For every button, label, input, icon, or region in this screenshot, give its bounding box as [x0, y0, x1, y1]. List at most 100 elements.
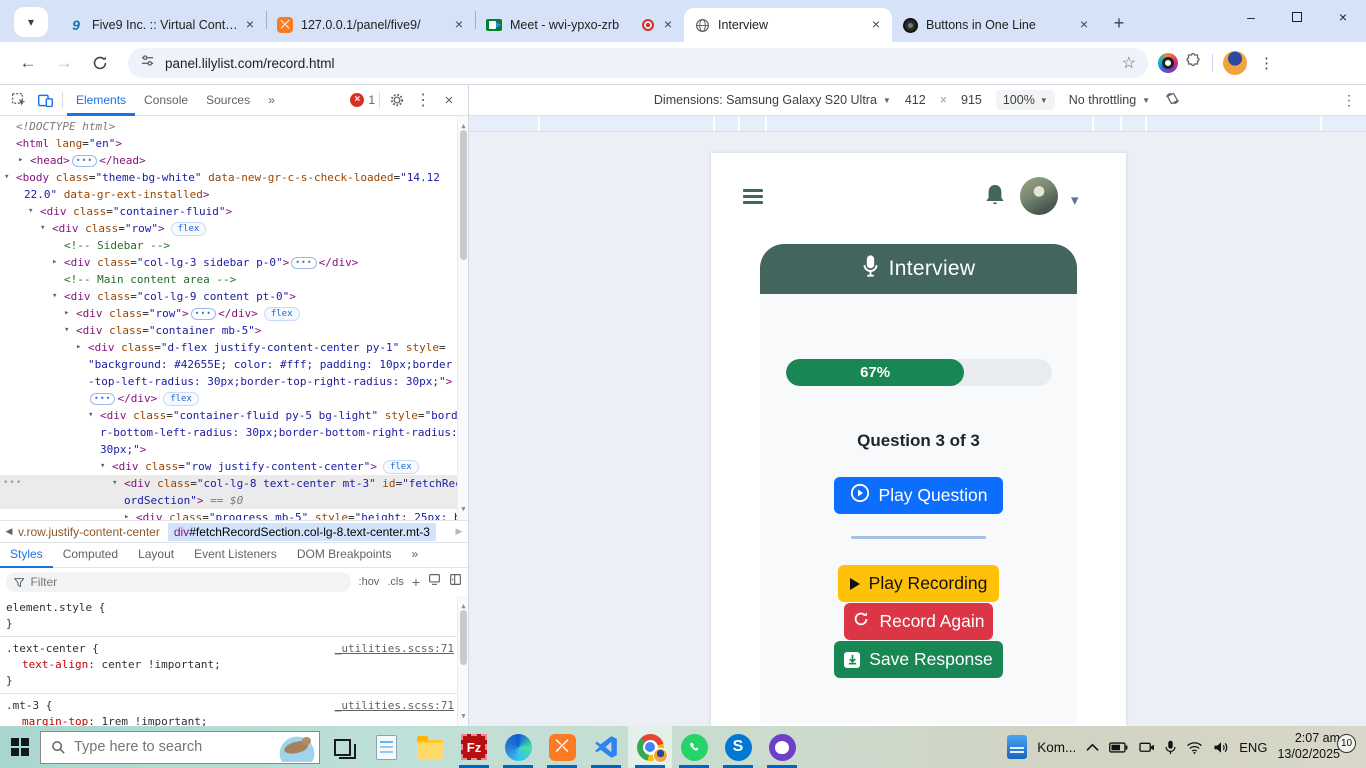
- taskbar-search-box[interactable]: [40, 731, 320, 764]
- throttling-select[interactable]: No throttling ▼: [1069, 93, 1150, 107]
- hamburger-menu-icon[interactable]: [743, 189, 763, 208]
- account-chevron-down-icon[interactable]: ▾: [1071, 191, 1079, 209]
- back-button[interactable]: ←: [14, 49, 42, 77]
- dom-tree-line[interactable]: ▾<div class="row">flex: [0, 220, 457, 237]
- collapsed-content-icon[interactable]: •••: [72, 155, 97, 167]
- more-styles-tabs-icon[interactable]: »: [402, 542, 429, 568]
- css-rule[interactable]: element.style {}: [0, 596, 468, 637]
- minimize-button[interactable]: –: [1228, 0, 1274, 34]
- breadcrumb-current[interactable]: div#fetchRecordSection.col-lg-8.text-cen…: [168, 523, 436, 541]
- toggle-hover-state[interactable]: :hov: [359, 576, 380, 588]
- record-again-button[interactable]: Record Again: [844, 603, 993, 640]
- address-bar[interactable]: panel.lilylist.com/record.html ☆: [128, 48, 1148, 78]
- expand-arrow-icon[interactable]: ▸: [52, 254, 57, 271]
- reload-button[interactable]: [86, 49, 114, 77]
- collapsed-content-icon[interactable]: •••: [90, 393, 115, 405]
- stylesheet-link[interactable]: _utilities.scss:71: [335, 641, 454, 657]
- tab-styles[interactable]: Styles: [0, 542, 53, 568]
- dom-tree-scrollbar[interactable]: ▲ ▼: [457, 116, 468, 520]
- flex-badge[interactable]: flex: [264, 307, 300, 321]
- more-panels-icon[interactable]: »: [259, 85, 284, 116]
- tab-five9[interactable]: 9 Five9 Inc. :: Virtual Contact C ×: [58, 8, 266, 42]
- microphone-tray-icon[interactable]: [1165, 740, 1176, 755]
- chrome-menu-icon[interactable]: ⋮: [1253, 54, 1280, 72]
- tab-dom-breakpoints[interactable]: DOM Breakpoints: [287, 542, 402, 568]
- taskbar-vscode[interactable]: [584, 726, 628, 768]
- flex-badge[interactable]: flex: [171, 222, 207, 236]
- device-height-value[interactable]: 915: [961, 93, 982, 107]
- collapsed-content-icon[interactable]: •••: [291, 257, 316, 269]
- taskbar-edge[interactable]: [496, 726, 540, 768]
- devtools-tab-console[interactable]: Console: [135, 85, 197, 116]
- dom-tree-line[interactable]: ▸<div class="col-lg-3 sidebar p-0">•••</…: [0, 254, 457, 271]
- expand-arrow-icon[interactable]: ▸: [18, 152, 23, 169]
- dom-tree-line[interactable]: ▾<div class="container-fluid">: [0, 203, 457, 220]
- collapse-arrow-icon[interactable]: ▾: [100, 458, 105, 475]
- expand-arrow-icon[interactable]: ▸: [76, 339, 81, 356]
- error-badge[interactable]: × 1: [350, 93, 375, 107]
- collapsed-content-icon[interactable]: •••: [191, 308, 216, 320]
- device-menu-icon[interactable]: ⋮: [1342, 92, 1356, 109]
- devtools-tab-sources[interactable]: Sources: [197, 85, 259, 116]
- devtools-tab-elements[interactable]: Elements: [67, 85, 135, 116]
- device-toolbar-toggle-icon[interactable]: [32, 87, 58, 113]
- css-rule[interactable]: _utilities.scss:71.text-center {text-ali…: [0, 637, 468, 694]
- tab-close-icon[interactable]: ×: [242, 17, 258, 33]
- dom-tree-line[interactable]: <!-- Main content area -->: [0, 271, 457, 288]
- tab-computed[interactable]: Computed: [53, 542, 128, 568]
- dom-tree-line[interactable]: <html lang="en">: [0, 135, 457, 152]
- breadcrumb-parent[interactable]: v.row.justify-content-center: [18, 525, 160, 539]
- device-dimensions-select[interactable]: Dimensions: Samsung Galaxy S20 Ultra ▼: [654, 93, 891, 107]
- collapse-arrow-icon[interactable]: ▾: [28, 203, 33, 220]
- collapse-arrow-icon[interactable]: ▾: [88, 407, 93, 424]
- styles-scrollbar[interactable]: ▲ ▼: [457, 596, 468, 726]
- maximize-button[interactable]: [1274, 0, 1320, 34]
- taskbar-filezilla[interactable]: Fz: [452, 726, 496, 768]
- collapse-arrow-icon[interactable]: ▾: [52, 288, 57, 305]
- tray-app-label[interactable]: Kom...: [1037, 740, 1076, 755]
- collapse-arrow-icon[interactable]: ▾: [64, 322, 69, 339]
- dom-tree-line[interactable]: ▾<div class="row justify-content-center"…: [0, 458, 457, 475]
- save-response-button[interactable]: Save Response: [834, 641, 1003, 678]
- user-avatar[interactable]: [1020, 177, 1058, 215]
- media-query-bar[interactable]: [469, 116, 1366, 132]
- tab-close-icon[interactable]: ×: [451, 17, 467, 33]
- devtools-settings-gear-icon[interactable]: [384, 87, 410, 113]
- dom-tree-line[interactable]: ▾<div class="container mb-5">: [0, 322, 457, 339]
- language-indicator[interactable]: ENG: [1239, 740, 1267, 755]
- dom-tree-line[interactable]: <!DOCTYPE html>: [0, 118, 457, 135]
- dom-tree-line[interactable]: 30px;">: [0, 441, 457, 458]
- zoom-select[interactable]: 100% ▼: [996, 90, 1055, 110]
- notification-bell-icon[interactable]: [983, 183, 1007, 214]
- tab-search-button[interactable]: ▾: [14, 7, 48, 37]
- taskbar-skype[interactable]: S: [716, 726, 760, 768]
- css-property[interactable]: text-align: center !important;: [6, 657, 454, 673]
- taskbar-whatsapp[interactable]: [672, 726, 716, 768]
- flex-badge[interactable]: flex: [383, 460, 419, 474]
- dom-tree-line[interactable]: ordSection"> == $0: [0, 492, 457, 509]
- breadcrumb-left-arrow-icon[interactable]: ◀: [0, 526, 18, 537]
- collapse-arrow-icon[interactable]: ▾: [4, 169, 9, 186]
- dom-gutter-menu-icon[interactable]: •••: [3, 475, 22, 492]
- styles-filter-input[interactable]: [30, 575, 342, 589]
- tab-buttons-one-line[interactable]: Buttons in One Line ×: [892, 8, 1100, 42]
- dom-tree-line[interactable]: ▸<div class="row">•••</div>flex: [0, 305, 457, 322]
- tab-close-icon[interactable]: ×: [660, 17, 676, 33]
- audio-player-line[interactable]: [851, 536, 986, 539]
- tray-app-icon[interactable]: [1007, 735, 1027, 759]
- wifi-icon[interactable]: [1186, 741, 1203, 754]
- task-view-button[interactable]: [320, 726, 364, 768]
- dom-tree-line[interactable]: r-bottom-left-radius: 30px;border-bottom…: [0, 424, 457, 441]
- play-recording-button[interactable]: Play Recording: [838, 565, 999, 602]
- sidebar-position-icon[interactable]: [449, 573, 462, 591]
- devtools-menu-icon[interactable]: ⋮: [410, 87, 436, 113]
- dom-tree-line[interactable]: ▸<head>•••</head>: [0, 152, 457, 169]
- toggle-classes[interactable]: .cls: [387, 576, 404, 588]
- dom-tree-line[interactable]: ▾<body class="theme-bg-white" data-new-g…: [0, 169, 457, 186]
- tab-close-icon[interactable]: ×: [868, 17, 884, 33]
- search-highlight-image[interactable]: [277, 734, 317, 762]
- tab-xampp-panel[interactable]: ⤫ 127.0.0.1/panel/five9/ ×: [267, 8, 475, 42]
- taskbar-chrome-active[interactable]: [628, 726, 672, 768]
- play-question-button[interactable]: Play Question: [834, 477, 1003, 514]
- volume-icon[interactable]: [1213, 741, 1229, 754]
